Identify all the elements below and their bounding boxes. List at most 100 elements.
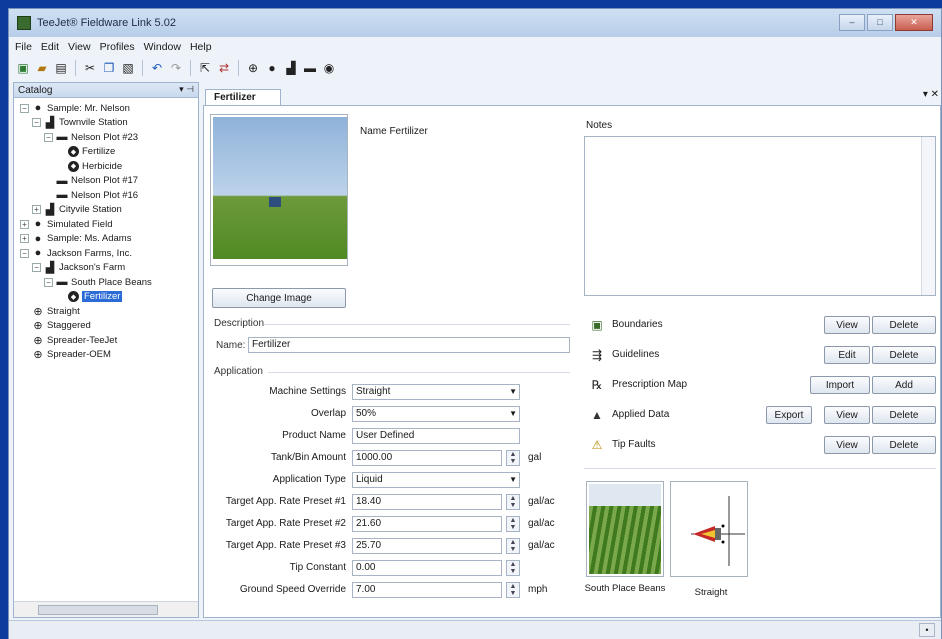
minimize-button[interactable]: ‒ (839, 14, 865, 31)
tree-node[interactable]: ⊕ Straight (20, 304, 79, 318)
tree-node-label: Spreader-TeeJet (47, 334, 118, 346)
export-button[interactable]: Export (766, 406, 812, 424)
spinner-icon[interactable]: ▲ ▼ (506, 560, 520, 576)
menu-view[interactable]: View (68, 41, 91, 53)
machine-icon[interactable]: ⊕ (245, 60, 261, 76)
edit-button[interactable]: Edit (824, 346, 870, 364)
farm-icon[interactable]: ▟ (283, 60, 299, 76)
chevron-down-icon[interactable]: ▼ (509, 385, 517, 399)
open-icon[interactable]: ▰ (34, 60, 50, 76)
spinner-icon[interactable]: ▲ ▼ (506, 516, 520, 532)
customer-icon[interactable]: ● (264, 60, 280, 76)
expander-icon[interactable]: − (44, 132, 53, 142)
expander-icon[interactable]: − (32, 118, 41, 127)
field-label: Application Type (272, 474, 346, 485)
new-icon[interactable]: ▣ (15, 60, 31, 76)
dropdown-select[interactable]: 50% ▼ (352, 406, 520, 422)
redo-icon[interactable]: ↷ (168, 60, 184, 76)
delete-button[interactable]: Delete (872, 436, 936, 454)
spinner-icon[interactable]: ▲ ▼ (506, 450, 520, 466)
task-icon[interactable]: ◉ (321, 60, 337, 76)
value-field[interactable]: 21.60 (352, 516, 502, 532)
expander-icon[interactable]: + (32, 205, 41, 214)
export-icon[interactable]: ⇱ (197, 60, 213, 76)
tree-node[interactable]: ⊕ Staggered (20, 319, 90, 333)
pin-icon[interactable]: ▾ ⊣ (179, 84, 194, 95)
import-icon[interactable]: ⇄ (216, 60, 232, 76)
tree-node[interactable]: − ▟ Jackson's Farm (32, 261, 125, 275)
expander-icon[interactable]: + (20, 234, 29, 243)
import-button[interactable]: Import (810, 376, 870, 394)
value-field[interactable]: 25.70 (352, 538, 502, 554)
tree-node[interactable]: ⊕ Spreader-TeeJet (20, 333, 117, 347)
value-field[interactable]: 7.00 (352, 582, 502, 598)
machine-thumbnail[interactable] (670, 481, 748, 577)
value-field[interactable]: 18.40 (352, 494, 502, 510)
dropdown-select[interactable]: Straight ▼ (352, 384, 520, 400)
tab-fertilizer[interactable]: Fertilizer (205, 89, 281, 105)
delete-button[interactable]: Delete (872, 316, 936, 334)
expander-icon[interactable]: − (20, 248, 29, 258)
menu-window[interactable]: Window (144, 41, 181, 53)
tree-node[interactable]: ⊕ Spreader-OEM (20, 348, 111, 362)
spinner-icon[interactable]: ▲ ▼ (506, 538, 520, 554)
tree-node[interactable]: + ● Sample: Ms. Adams (20, 232, 131, 246)
notes-scrollbar[interactable] (921, 137, 935, 295)
chevron-down-icon[interactable]: ▼ (509, 407, 517, 421)
tree-node[interactable]: − ● Sample: Mr. Nelson (20, 101, 130, 115)
field-value: 50% (356, 408, 377, 419)
tree-node[interactable]: ▬ Nelson Plot #16 (44, 188, 139, 202)
toolbar: ▣ ▰ ▤ ✂ ❐ ▧ ↶ ↷ ⇱ ⇄ ⊕ ● ▟ ▬ ◉ (9, 57, 941, 79)
maximize-button[interactable]: □ (867, 14, 893, 31)
action-label: Boundaries (612, 319, 663, 330)
paste-icon[interactable]: ▧ (120, 60, 136, 76)
tree-node[interactable]: ◆ Fertilizer (56, 290, 123, 304)
scrollbar-thumb[interactable] (38, 605, 158, 615)
tree-node[interactable]: + ▟ Cityvile Station (32, 203, 122, 217)
close-button[interactable]: ✕ (895, 14, 933, 31)
cut-icon[interactable]: ✂ (82, 60, 98, 76)
value-field[interactable]: 1000.00 (352, 450, 502, 466)
menu-file[interactable]: File (15, 41, 32, 53)
tree-node[interactable]: ◆ Fertilize (56, 145, 115, 159)
view-button[interactable]: View (824, 406, 870, 424)
copy-icon[interactable]: ❐ (101, 60, 117, 76)
name-heading: Name Fertilizer (360, 126, 428, 137)
dropdown-select[interactable]: Liquid ▼ (352, 472, 520, 488)
view-button[interactable]: View (824, 316, 870, 334)
tree-node[interactable]: − ● Jackson Farms, Inc. (20, 246, 132, 260)
spinner-icon[interactable]: ▲ ▼ (506, 582, 520, 598)
change-image-button[interactable]: Change Image (212, 288, 346, 308)
tree-node[interactable]: ◆ Herbicide (56, 159, 122, 173)
chevron-down-icon[interactable]: ▼ (509, 473, 517, 487)
delete-button[interactable]: Delete (872, 406, 936, 424)
menu-profiles[interactable]: Profiles (100, 41, 135, 53)
tree-node[interactable]: − ▬ Nelson Plot #23 (44, 130, 138, 144)
notes-textarea[interactable] (584, 136, 936, 296)
value-field[interactable]: 0.00 (352, 560, 502, 576)
add-button[interactable]: Add (872, 376, 936, 394)
action-row: ⚠ Tip Faults View Delete (584, 433, 936, 457)
view-button[interactable]: View (824, 436, 870, 454)
field-icon[interactable]: ▬ (302, 60, 318, 76)
undo-icon[interactable]: ↶ (149, 60, 165, 76)
expander-icon[interactable]: + (20, 219, 29, 229)
horizontal-scrollbar[interactable] (14, 601, 198, 617)
menu-edit[interactable]: Edit (41, 41, 59, 53)
expander-icon[interactable]: − (20, 103, 29, 113)
delete-button[interactable]: Delete (872, 346, 936, 364)
tree-node[interactable]: ▬ Nelson Plot #17 (44, 174, 139, 188)
name-field[interactable]: Fertilizer (248, 337, 570, 353)
spinner-icon[interactable]: ▲ ▼ (506, 494, 520, 510)
field-thumbnail[interactable] (586, 481, 664, 577)
expander-icon[interactable]: − (44, 277, 53, 287)
tree-node[interactable]: − ▬ South Place Beans (44, 275, 152, 289)
value-field[interactable]: User Defined (352, 428, 520, 444)
menu-help[interactable]: Help (190, 41, 212, 53)
expander-icon[interactable]: − (32, 263, 41, 272)
tab-close-icon[interactable]: ▾ ✕ (923, 89, 939, 100)
unit-label: gal/ac (528, 496, 555, 507)
tree-node[interactable]: + ● Simulated Field (20, 217, 112, 231)
tree-node[interactable]: − ▟ Townvile Station (32, 116, 128, 130)
save-icon[interactable]: ▤ (53, 60, 69, 76)
